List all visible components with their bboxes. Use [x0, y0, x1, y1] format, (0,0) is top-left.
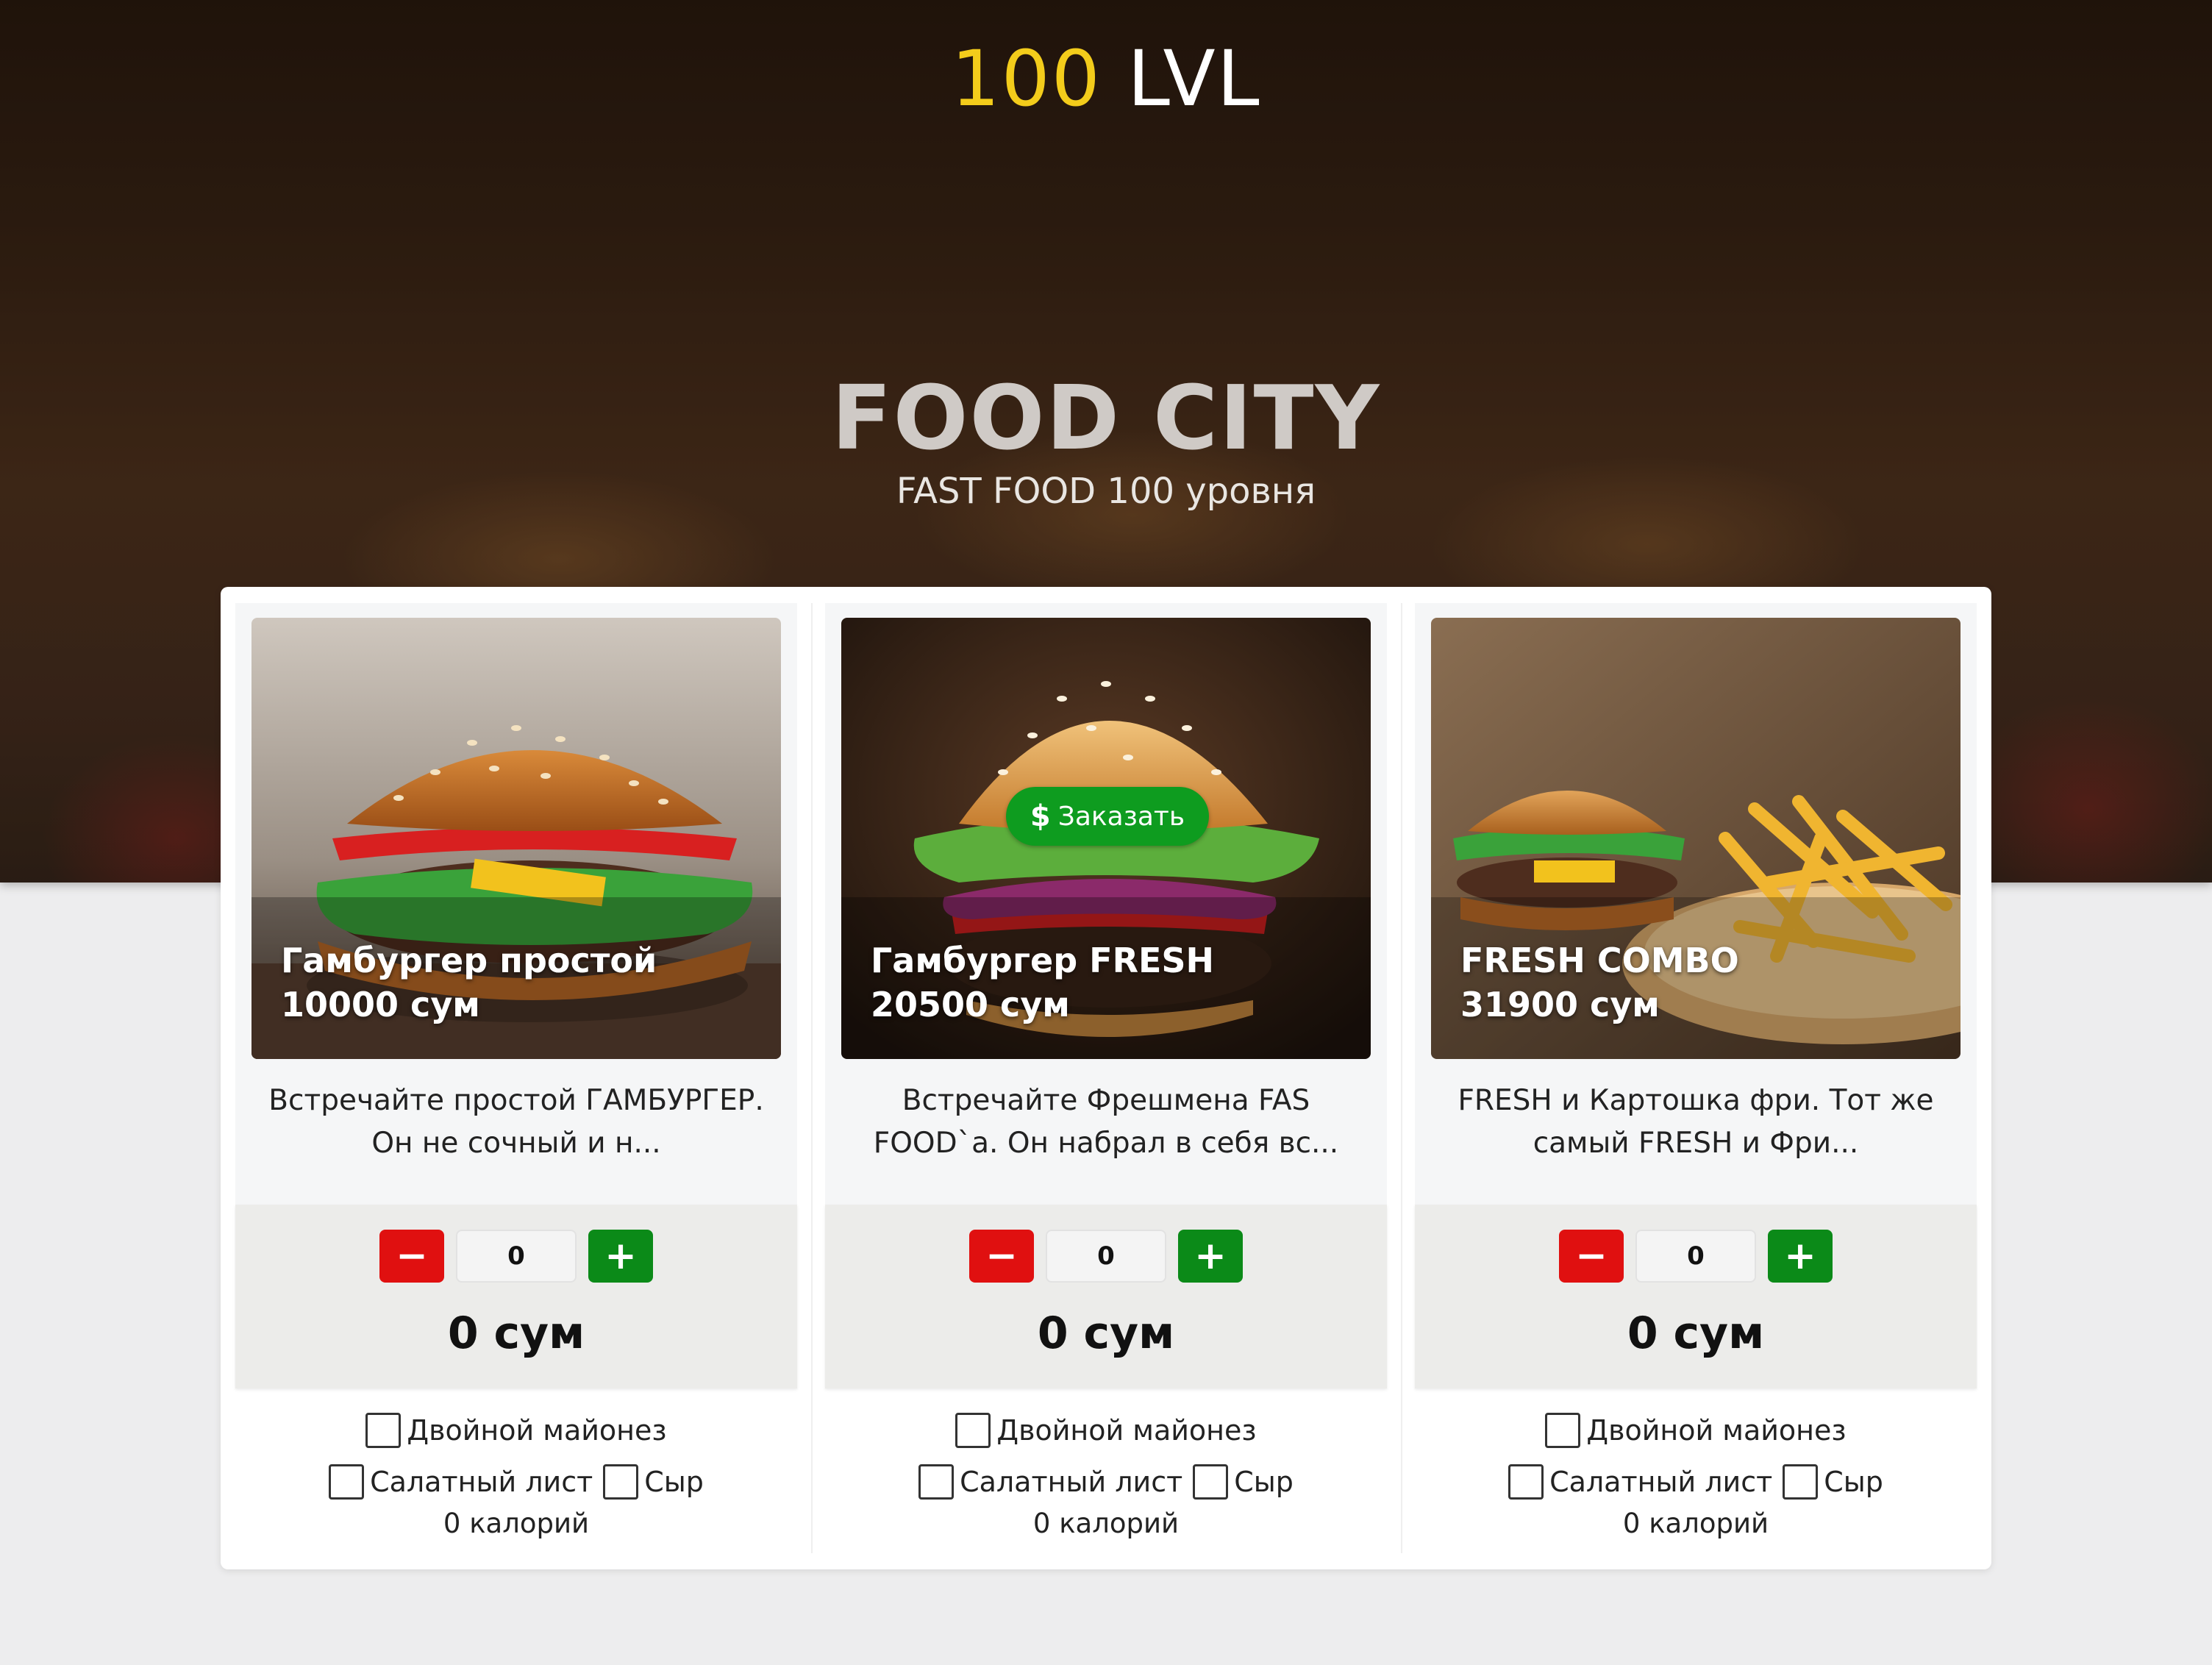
product-description: FRESH и Картошка фри. Тот же самый FRESH… [1458, 1084, 1934, 1160]
checkbox[interactable] [1783, 1464, 1819, 1500]
calories: 0 калорий [1032, 1508, 1180, 1539]
product-price: 10000 сум [281, 985, 480, 1024]
order-button[interactable]: $ Заказать [1006, 787, 1209, 846]
options: Двойной майонез Салатный лист Сыр [235, 1405, 797, 1508]
option-lettuce[interactable]: Салатный лист [918, 1464, 1182, 1500]
option-double-mayo[interactable]: Двойной майонез [365, 1413, 667, 1448]
total-price: 0 сум [447, 1308, 585, 1359]
minus-icon: − [985, 1234, 1018, 1278]
options: Двойной майонез Салатный лист Сыр [1415, 1405, 1977, 1508]
option-label: Сыр [1824, 1466, 1883, 1498]
total-price: 0 сум [1627, 1308, 1765, 1359]
checkbox[interactable] [918, 1464, 955, 1500]
page-title: FOOD CITY [831, 368, 1381, 470]
page-subtitle: FAST FOOD 100 уровня [896, 471, 1316, 512]
increase-button[interactable]: + [588, 1230, 653, 1283]
product-title: FRESH COMBO 31900 сум [1460, 938, 1739, 1027]
product-image[interactable]: $ Заказать Гамбургер FRESH 20500 сум [841, 618, 1371, 1059]
option-label: Двойной майонез [1586, 1414, 1847, 1447]
option-cheese[interactable]: Сыр [603, 1464, 704, 1500]
order-button-label: Заказать [1057, 801, 1185, 832]
product-card-top: $ Заказать Гамбургер FRESH 20500 сум Встр… [825, 603, 1387, 1205]
option-lettuce[interactable]: Салатный лист [1508, 1464, 1772, 1500]
product-price: 31900 сум [1460, 985, 1660, 1024]
dollar-icon: $ [1030, 799, 1051, 833]
option-label: Салатный лист [1549, 1466, 1773, 1498]
option-label: Сыр [644, 1466, 704, 1498]
checkbox[interactable] [955, 1413, 991, 1448]
option-cheese[interactable]: Сыр [1783, 1464, 1883, 1500]
product-description: Встречайте простой ГАМБУРГЕР. Он не сочн… [268, 1084, 764, 1160]
product-image[interactable]: Гамбургер простой 10000 сум [251, 618, 781, 1059]
decrease-button[interactable]: − [379, 1230, 444, 1283]
minus-icon: − [396, 1234, 428, 1278]
minus-icon: − [1575, 1234, 1608, 1278]
increase-button[interactable]: + [1768, 1230, 1833, 1283]
option-label: Двойной майонез [996, 1414, 1257, 1447]
product-name: Гамбургер простой [281, 941, 657, 980]
product-price: 20500 сум [871, 985, 1070, 1024]
option-lettuce[interactable]: Салатный лист [329, 1464, 593, 1500]
increase-button[interactable]: + [1178, 1230, 1243, 1283]
option-double-mayo[interactable]: Двойной майонез [1545, 1413, 1847, 1448]
product-title: Гамбургер FRESH 20500 сум [871, 938, 1214, 1027]
quantity-input[interactable] [1635, 1230, 1756, 1283]
product-name: Гамбургер FRESH [871, 941, 1215, 980]
product-card-top: Гамбургер простой 10000 сум Встречайте п… [235, 603, 797, 1205]
option-label: Салатный лист [960, 1466, 1183, 1498]
checkbox[interactable] [365, 1413, 402, 1448]
option-double-mayo[interactable]: Двойной майонез [955, 1413, 1257, 1448]
plus-icon: + [604, 1234, 637, 1278]
product-image[interactable]: FRESH COMBO 31900 сум [1431, 618, 1961, 1059]
calories: 0 калорий [443, 1508, 590, 1539]
logo-text: LVL [1127, 34, 1261, 124]
decrease-button[interactable]: − [969, 1230, 1034, 1283]
checkbox[interactable] [1193, 1464, 1229, 1500]
product-card-top: FRESH COMBO 31900 сум FRESH и Картошка ф… [1415, 603, 1977, 1205]
product-name: FRESH COMBO [1460, 941, 1739, 980]
calories: 0 калорий [1622, 1508, 1769, 1539]
product-title: Гамбургер простой 10000 сум [281, 938, 657, 1027]
products-panel: Гамбургер простой 10000 сум Встречайте п… [221, 587, 1991, 1569]
plus-icon: + [1194, 1234, 1227, 1278]
option-label: Салатный лист [370, 1466, 593, 1498]
checkbox[interactable] [603, 1464, 639, 1500]
option-label: Двойной майонез [407, 1414, 667, 1447]
decrease-button[interactable]: − [1559, 1230, 1624, 1283]
checkbox[interactable] [1545, 1413, 1581, 1448]
checkbox[interactable] [1508, 1464, 1544, 1500]
quantity-box: − + 0 сум [825, 1205, 1387, 1388]
option-cheese[interactable]: Сыр [1193, 1464, 1294, 1500]
product-card: Гамбургер простой 10000 сум Встречайте п… [235, 603, 797, 1553]
logo[interactable]: 100 LVL [0, 34, 2212, 124]
product-description: Встречайте Фрешмена FAS FOOD`a. Он набра… [873, 1084, 1339, 1160]
option-label: Сыр [1234, 1466, 1294, 1498]
product-card: $ Заказать Гамбургер FRESH 20500 сум Встр… [811, 603, 1387, 1553]
product-card: FRESH COMBO 31900 сум FRESH и Картошка ф… [1401, 603, 1977, 1553]
quantity-box: − + 0 сум [1415, 1205, 1977, 1388]
plus-icon: + [1784, 1234, 1816, 1278]
checkbox[interactable] [329, 1464, 365, 1500]
quantity-input[interactable] [1046, 1230, 1166, 1283]
quantity-input[interactable] [456, 1230, 577, 1283]
logo-number: 100 [951, 34, 1102, 124]
quantity-box: − + 0 сум [235, 1205, 797, 1388]
options: Двойной майонез Салатный лист Сыр [825, 1405, 1387, 1508]
total-price: 0 сум [1037, 1308, 1175, 1359]
